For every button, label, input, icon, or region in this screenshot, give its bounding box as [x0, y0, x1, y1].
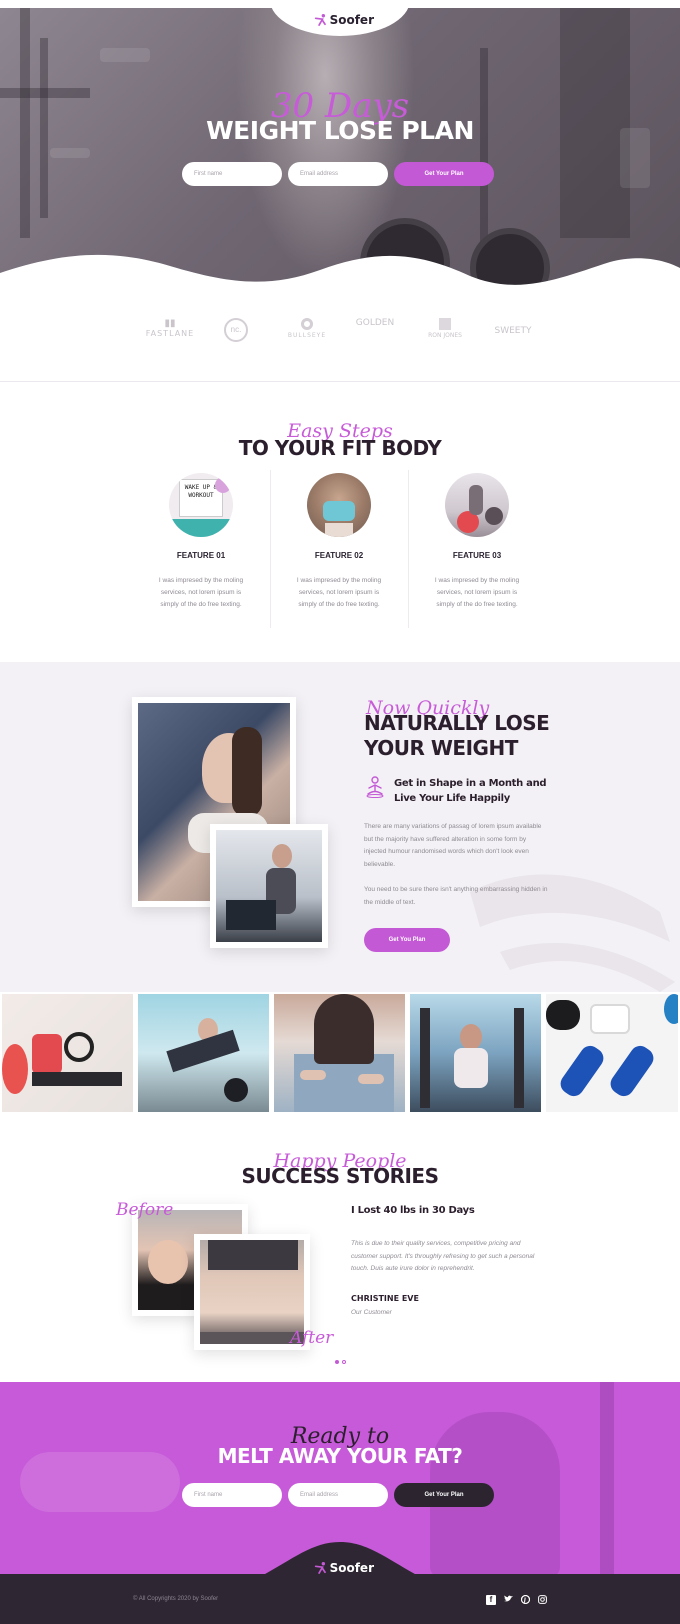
footer-logo[interactable]: Soofer [314, 1558, 374, 1578]
gallery-image-3[interactable] [274, 994, 405, 1112]
hero-first-name-placeholder: First name [194, 171, 223, 177]
hero-first-name-input[interactable]: First name [182, 162, 282, 186]
ron-jones-mark-icon [439, 318, 451, 330]
pinterest-icon[interactable] [520, 1594, 530, 1605]
bullseye-mark-icon [301, 318, 313, 330]
carousel-dot[interactable] [342, 1360, 346, 1364]
cta-title: MELT AWAY YOUR FAT? [217, 1444, 463, 1468]
weight-loss-section [0, 662, 680, 992]
header-logo[interactable]: Soofer [314, 10, 374, 30]
meditation-person-icon [366, 776, 384, 798]
story-quote: This is due to their quality services, c… [351, 1240, 535, 1272]
hero-email-placeholder: Email address [300, 171, 339, 177]
gallery-image-5[interactable] [546, 994, 678, 1112]
fastlane-mark-icon: ▮▮ [164, 318, 176, 329]
cta-email-input[interactable]: Email address [288, 1483, 388, 1507]
feature-title-1: FEATURE 01 [176, 551, 226, 560]
feature-divider [270, 470, 271, 628]
footer [0, 1574, 680, 1624]
twitter-icon[interactable] [503, 1595, 513, 1605]
instagram-icon[interactable] [537, 1595, 547, 1605]
hero-get-plan-button[interactable]: Get Your Plan [394, 162, 494, 186]
partner-label: BULLSEYE [287, 332, 327, 339]
partner-logo-sweety: SWEETY [490, 326, 536, 336]
story-author: CHRISTINE EVE [351, 1294, 419, 1303]
partner-logo-nc: nc. [224, 318, 248, 342]
cta-get-plan-button[interactable]: Get Your Plan [394, 1483, 494, 1507]
hero-title: WEIGHT LOSE PLAN [206, 116, 474, 145]
copyright-text: © All Copyrights 2020 by Soofer [133, 1596, 219, 1602]
feature-image-2 [307, 473, 371, 537]
partner-logo-ron-jones: RON JONES [420, 318, 470, 339]
footer-brand-name: Soofer [329, 1561, 374, 1575]
partner-logo-golden: GOLDEN [352, 318, 398, 328]
before-label: Before [116, 1200, 174, 1220]
gallery-image-1[interactable] [2, 994, 133, 1112]
feature-image-3 [445, 473, 509, 537]
feature-text-1: I was impresed by the moling services, n… [158, 577, 244, 608]
weight-get-plan-button[interactable]: Get You Plan [364, 928, 450, 952]
weight-paragraph-2: You need to be sure there isn't anything… [364, 886, 548, 906]
after-photo [200, 1240, 304, 1344]
feature-divider [408, 470, 409, 628]
feature-image-1: WAKE UP & WORKOUT [169, 473, 233, 537]
cta-first-name-placeholder: First name [194, 1492, 223, 1498]
feature-title-3: FEATURE 03 [452, 551, 502, 560]
cta-email-placeholder: Email address [300, 1492, 339, 1498]
cta-first-name-input[interactable]: First name [182, 1483, 282, 1507]
gallery-image-2[interactable] [138, 994, 269, 1112]
steps-title: TO YOUR FIT BODY [238, 436, 442, 460]
partner-label: GOLDEN [355, 318, 395, 328]
story-headline: I Lost 40 lbs in 30 Days [351, 1205, 475, 1216]
hero-section [0, 8, 680, 298]
story-author-role: Our Customer [351, 1309, 392, 1316]
carousel-dot-active[interactable] [335, 1360, 339, 1364]
facebook-icon[interactable]: f [486, 1595, 496, 1605]
weight-subtitle: Get in Shape in a Month and Live Your Li… [394, 778, 547, 804]
feature-text-3: I was impresed by the moling services, n… [434, 577, 520, 608]
feature-text-2: I was impresed by the moling services, n… [296, 577, 382, 608]
partner-logo-fastlane: ▮▮ FASTLANE [140, 318, 200, 338]
dancer-logo-icon [314, 1562, 326, 1574]
partner-label: FASTLANE [145, 329, 195, 338]
weight-paragraph-1: There are many variations of passag of l… [364, 823, 542, 868]
weight-title-line1: NATURALLY LOSE [364, 711, 550, 735]
section-divider [0, 381, 680, 382]
weight-photo-secondary-frame [210, 824, 328, 948]
dancer-logo-icon [314, 14, 326, 26]
measuring-tape-decoration [470, 874, 675, 992]
after-label: After [290, 1328, 334, 1348]
partner-label: nc. [230, 325, 242, 334]
gallery-image-4[interactable] [410, 994, 541, 1112]
partner-label: RON JONES [428, 332, 462, 339]
weight-photo-secondary [216, 830, 322, 942]
partner-label: SWEETY [494, 326, 532, 336]
hero-email-input[interactable]: Email address [288, 162, 388, 186]
weight-title-line2: YOUR WEIGHT [364, 736, 518, 760]
stories-title: SUCCESS STORIES [241, 1164, 440, 1188]
brand-name: Soofer [329, 13, 374, 27]
cta-section [0, 1382, 680, 1577]
partner-logo-bullseye: BULLSEYE [282, 318, 332, 339]
feature-title-2: FEATURE 02 [314, 551, 364, 560]
